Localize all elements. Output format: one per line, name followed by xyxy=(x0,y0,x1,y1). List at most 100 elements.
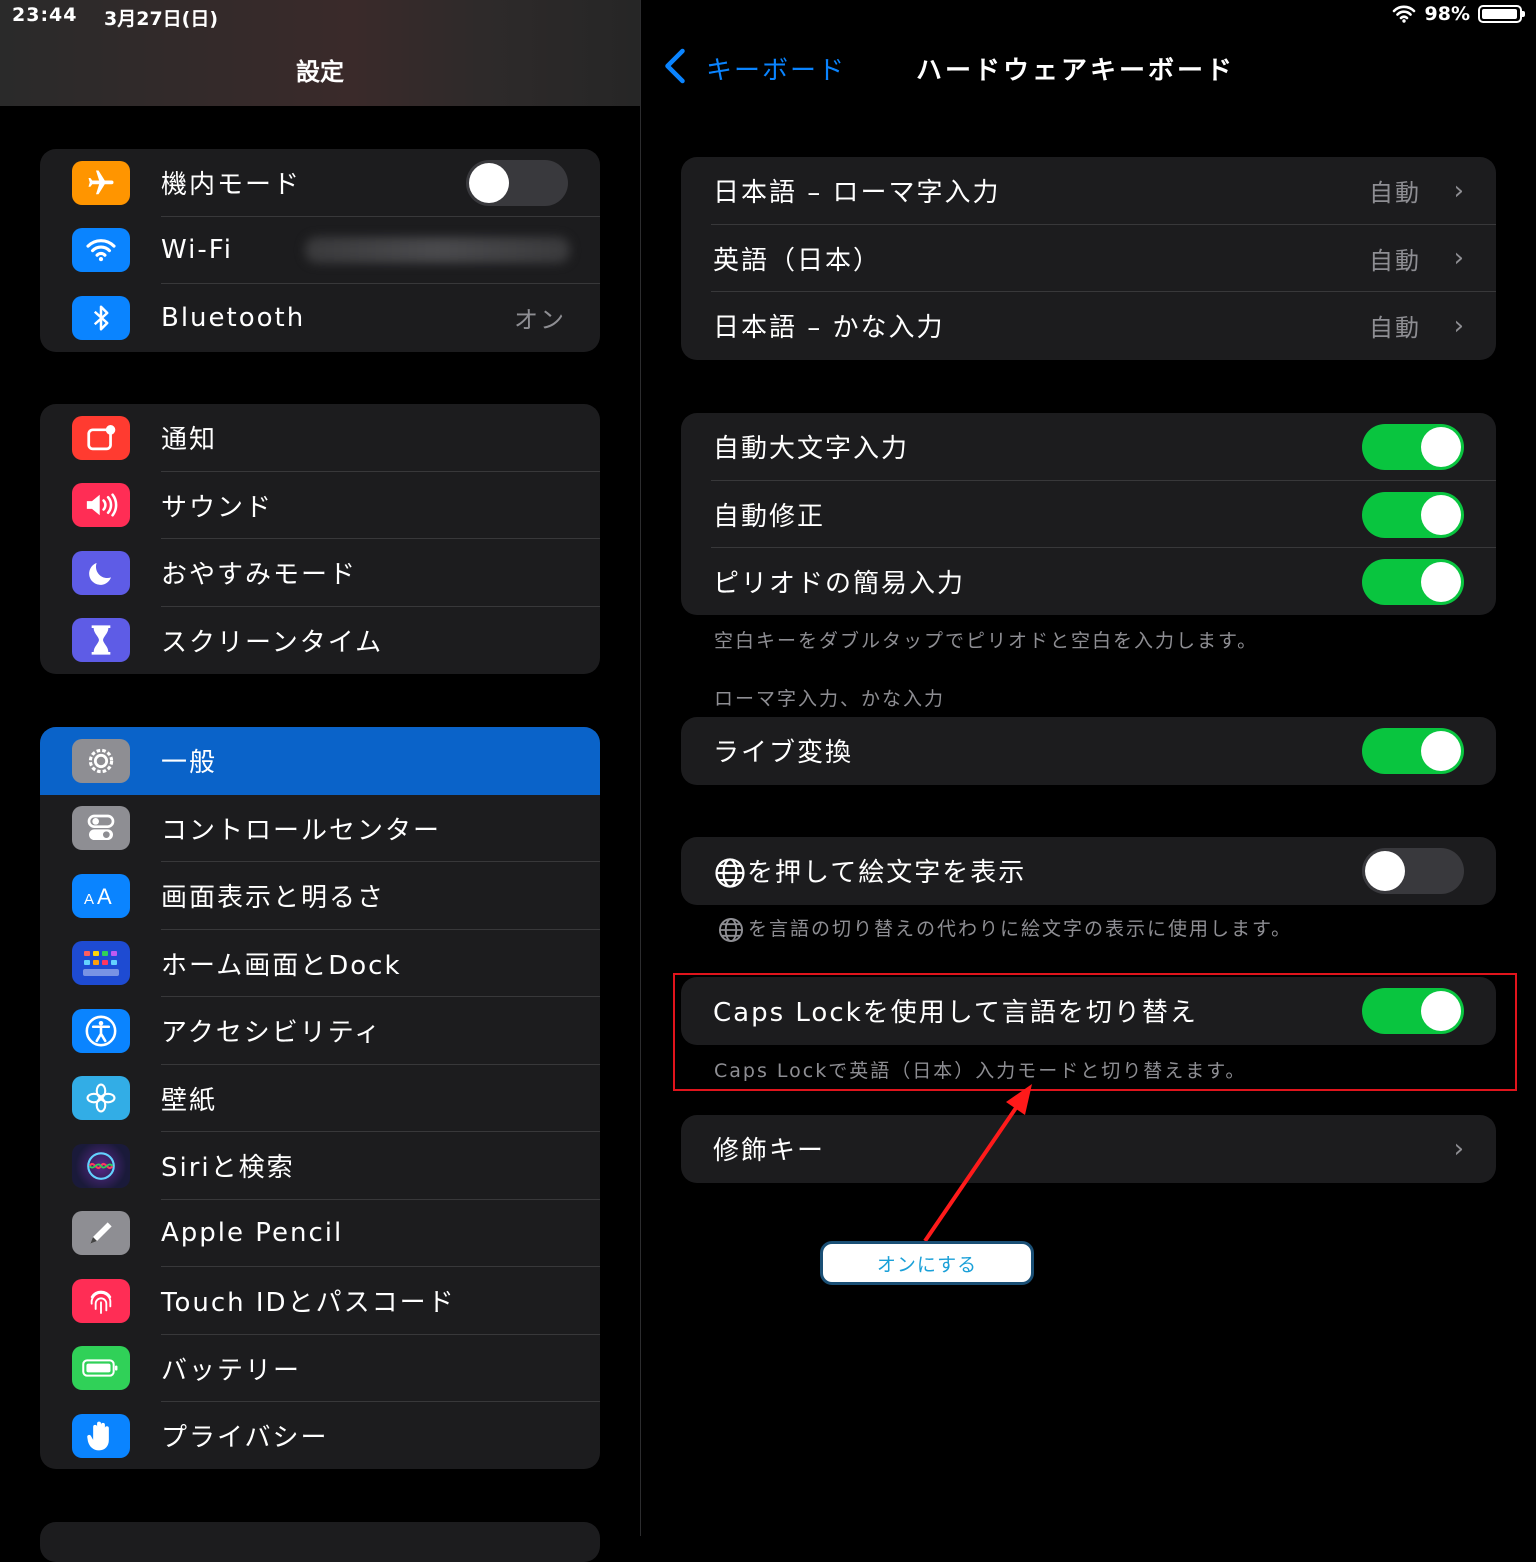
sidebar-item-label: コントロールセンター xyxy=(161,815,442,846)
globe-footer: を言語の切り替えの代わりに絵文字の表示に使用します。 xyxy=(748,918,1293,940)
auto-capitalization-row: 自動大文字入力 xyxy=(681,413,1496,481)
page-title: ハードウェアキーボード xyxy=(916,56,1236,86)
sidebar-item-label: 通知 xyxy=(161,425,218,456)
sidebar-item-label: バッテリー xyxy=(161,1355,302,1386)
battery-icon xyxy=(72,1346,130,1391)
layout-value: 自動 xyxy=(1369,246,1421,275)
bluetooth-icon xyxy=(72,295,130,340)
sidebar-item-control-center[interactable]: コントロールセンター xyxy=(40,795,600,862)
sidebar-item-label: 機内モード xyxy=(161,170,302,201)
layout-row-romaji[interactable]: 日本語 – ローマ字入力 自動 › xyxy=(681,157,1496,225)
period-shortcut-row: ピリオドの簡易入力 xyxy=(681,548,1496,615)
battery-status-icon xyxy=(1478,5,1525,23)
sidebar-item-home-screen[interactable]: ホーム画面とDock xyxy=(40,930,600,997)
airplane-mode-toggle[interactable] xyxy=(466,160,568,206)
period-footer: 空白キーをダブルタップでピリオドと空白を入力します。 xyxy=(714,630,1259,652)
sidebar-item-screen-time[interactable]: スクリーンタイム xyxy=(40,607,600,675)
sidebar-item-notifications[interactable]: 通知 xyxy=(40,404,600,472)
kana-section-header: ローマ字入力、かな入力 xyxy=(714,688,946,710)
next-group-partial xyxy=(40,1522,600,1562)
layout-label: 日本語 – ローマ字入力 xyxy=(713,178,1001,209)
modifier-keys-row[interactable]: 修飾キー › xyxy=(681,1115,1496,1183)
sidebar-item-label: Siriと検索 xyxy=(161,1153,295,1184)
sidebar-item-wallpaper[interactable]: 壁紙 xyxy=(40,1065,600,1132)
sidebar-item-label: Touch IDとパスコード xyxy=(161,1288,456,1319)
display-icon: AA xyxy=(72,873,130,918)
sidebar-item-privacy[interactable]: プライバシー xyxy=(40,1402,600,1469)
sidebar-title: 設定 xyxy=(296,58,344,86)
layout-label: 日本語 – かな入力 xyxy=(713,313,945,344)
pencil-icon xyxy=(72,1211,130,1256)
general-group: 一般 コントロールセンター AA 画面表示と明るさ ホーム画面とDock アクセ… xyxy=(40,727,600,1469)
sidebar-item-do-not-disturb[interactable]: おやすみモード xyxy=(40,539,600,607)
fingerprint-icon xyxy=(72,1278,130,1323)
sidebar-item-accessibility[interactable]: アクセシビリティ xyxy=(40,997,600,1065)
notifications-icon xyxy=(72,415,130,460)
option-label: ライブ変換 xyxy=(713,738,854,769)
settings-sidebar: 設定 機内モード Wi-Fi Bluetooth オン 通知 サウンド おやすみ… xyxy=(0,0,640,1562)
connectivity-group: 機内モード Wi-Fi Bluetooth オン xyxy=(40,149,600,352)
sidebar-item-label: Wi-Fi xyxy=(161,235,234,266)
globe-emoji-toggle[interactable] xyxy=(1362,848,1464,894)
annotation-callout: オンにする xyxy=(820,1241,1034,1285)
notifications-group: 通知 サウンド おやすみモード スクリーンタイム xyxy=(40,404,600,674)
sidebar-item-display[interactable]: AA 画面表示と明るさ xyxy=(40,862,600,930)
sidebar-item-label: おやすみモード xyxy=(161,560,358,591)
sidebar-item-label: 画面表示と明るさ xyxy=(161,883,386,914)
sidebar-item-siri[interactable]: Siriと検索 xyxy=(40,1132,600,1200)
chevron-right-icon: › xyxy=(1453,1133,1464,1164)
siri-icon xyxy=(72,1143,130,1188)
globe-footer-wrap: を言語の切り替えの代わりに絵文字の表示に使用します。 xyxy=(714,914,1292,944)
sidebar-item-wifi[interactable]: Wi-Fi xyxy=(40,217,600,284)
layout-row-english[interactable]: 英語（日本） 自動 › xyxy=(681,225,1496,292)
option-label: ピリオドの簡易入力 xyxy=(713,569,966,600)
sidebar-item-label: Bluetooth xyxy=(161,302,306,333)
sidebar-item-sounds[interactable]: サウンド xyxy=(40,472,600,539)
auto-capitalization-toggle[interactable] xyxy=(1362,424,1464,470)
sidebar-item-airplane-mode[interactable]: 機内モード xyxy=(40,149,600,217)
globe-icon xyxy=(718,917,744,942)
sidebar-item-label: ホーム画面とDock xyxy=(161,950,402,981)
live-conversion-group: ライブ変換 xyxy=(681,717,1496,785)
modifier-keys-group: 修飾キー › xyxy=(681,1115,1496,1183)
status-time: 23:44 xyxy=(12,4,78,26)
sidebar-item-label: スクリーンタイム xyxy=(161,627,384,658)
back-button[interactable]: キーボード xyxy=(706,50,846,87)
chevron-right-icon: › xyxy=(1453,243,1464,274)
option-label: を押して絵文字を表示 xyxy=(747,857,1027,888)
sidebar-item-label: Apple Pencil xyxy=(161,1218,344,1249)
sidebar-item-touch-id[interactable]: Touch IDとパスコード xyxy=(40,1267,600,1335)
option-label: 自動修正 xyxy=(713,501,826,532)
live-conversion-toggle[interactable] xyxy=(1362,728,1464,774)
hand-icon xyxy=(72,1413,130,1458)
annotation-highlight-box xyxy=(673,973,1517,1091)
chevron-right-icon: › xyxy=(1453,310,1464,341)
layout-row-kana[interactable]: 日本語 – かな入力 自動 › xyxy=(681,292,1496,360)
sidebar-item-apple-pencil[interactable]: Apple Pencil xyxy=(40,1200,600,1267)
layout-label: 英語（日本） xyxy=(713,245,882,276)
sidebar-item-label: 壁紙 xyxy=(161,1085,218,1116)
airplane-icon xyxy=(72,160,130,205)
layout-value: 自動 xyxy=(1369,179,1421,208)
battery-percentage: 98% xyxy=(1424,3,1470,25)
keyboard-layouts-group: 日本語 – ローマ字入力 自動 › 英語（日本） 自動 › 日本語 – かな入力… xyxy=(681,157,1496,360)
period-shortcut-toggle[interactable] xyxy=(1362,559,1464,605)
sidebar-item-bluetooth[interactable]: Bluetooth オン xyxy=(40,284,600,352)
accessibility-icon xyxy=(72,1008,130,1053)
option-label: 修飾キー xyxy=(713,1136,826,1167)
sidebar-item-general[interactable]: 一般 xyxy=(40,727,600,795)
globe-emoji-label-wrap: を押して絵文字を表示 xyxy=(713,852,1026,891)
hourglass-icon xyxy=(72,618,130,663)
wallpaper-icon xyxy=(72,1076,130,1121)
auto-correction-row: 自動修正 xyxy=(681,481,1496,548)
sidebar-item-label: サウンド xyxy=(161,492,274,523)
layout-value: 自動 xyxy=(1369,314,1421,343)
wifi-signal-icon xyxy=(1392,5,1415,23)
back-chevron-icon[interactable] xyxy=(662,48,688,91)
sidebar-item-label: プライバシー xyxy=(161,1423,329,1454)
split-divider xyxy=(640,0,641,1536)
sidebar-item-label: アクセシビリティ xyxy=(161,1018,383,1049)
sidebar-item-battery[interactable]: バッテリー xyxy=(40,1335,600,1402)
auto-correction-toggle[interactable] xyxy=(1362,491,1464,538)
option-label: 自動大文字入力 xyxy=(713,434,910,465)
